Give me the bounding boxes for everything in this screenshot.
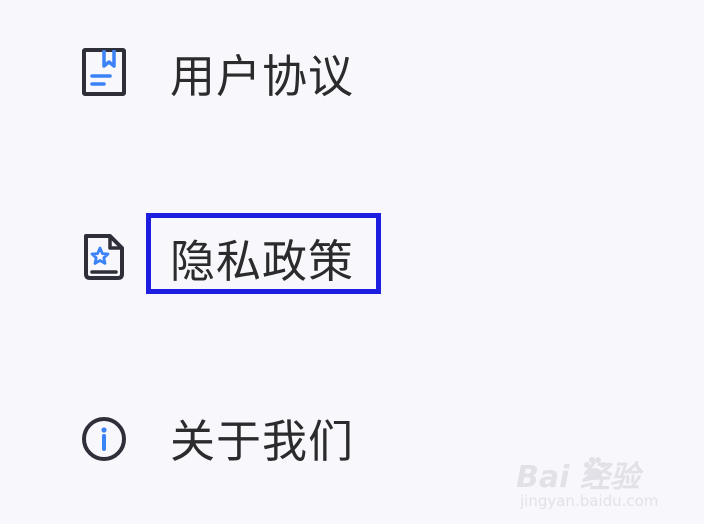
menu-item-user-agreement[interactable]: 用户协议 [0,22,704,132]
menu-item-label: 用户协议 [170,50,355,103]
watermark-brand: Bai 经验 [516,460,640,495]
baidu-jingyan-watermark: Bai 经验 jingyan.baidu.com [516,452,686,516]
privacy-star-document-icon [76,228,132,284]
menu-item-label: 关于我们 [170,415,355,468]
info-circle-icon [76,411,132,467]
watermark-url: jingyan.baidu.com [520,492,659,510]
paw-icon [580,454,610,484]
highlight-annotation-box [146,213,381,294]
document-bookmark-icon [76,44,132,100]
